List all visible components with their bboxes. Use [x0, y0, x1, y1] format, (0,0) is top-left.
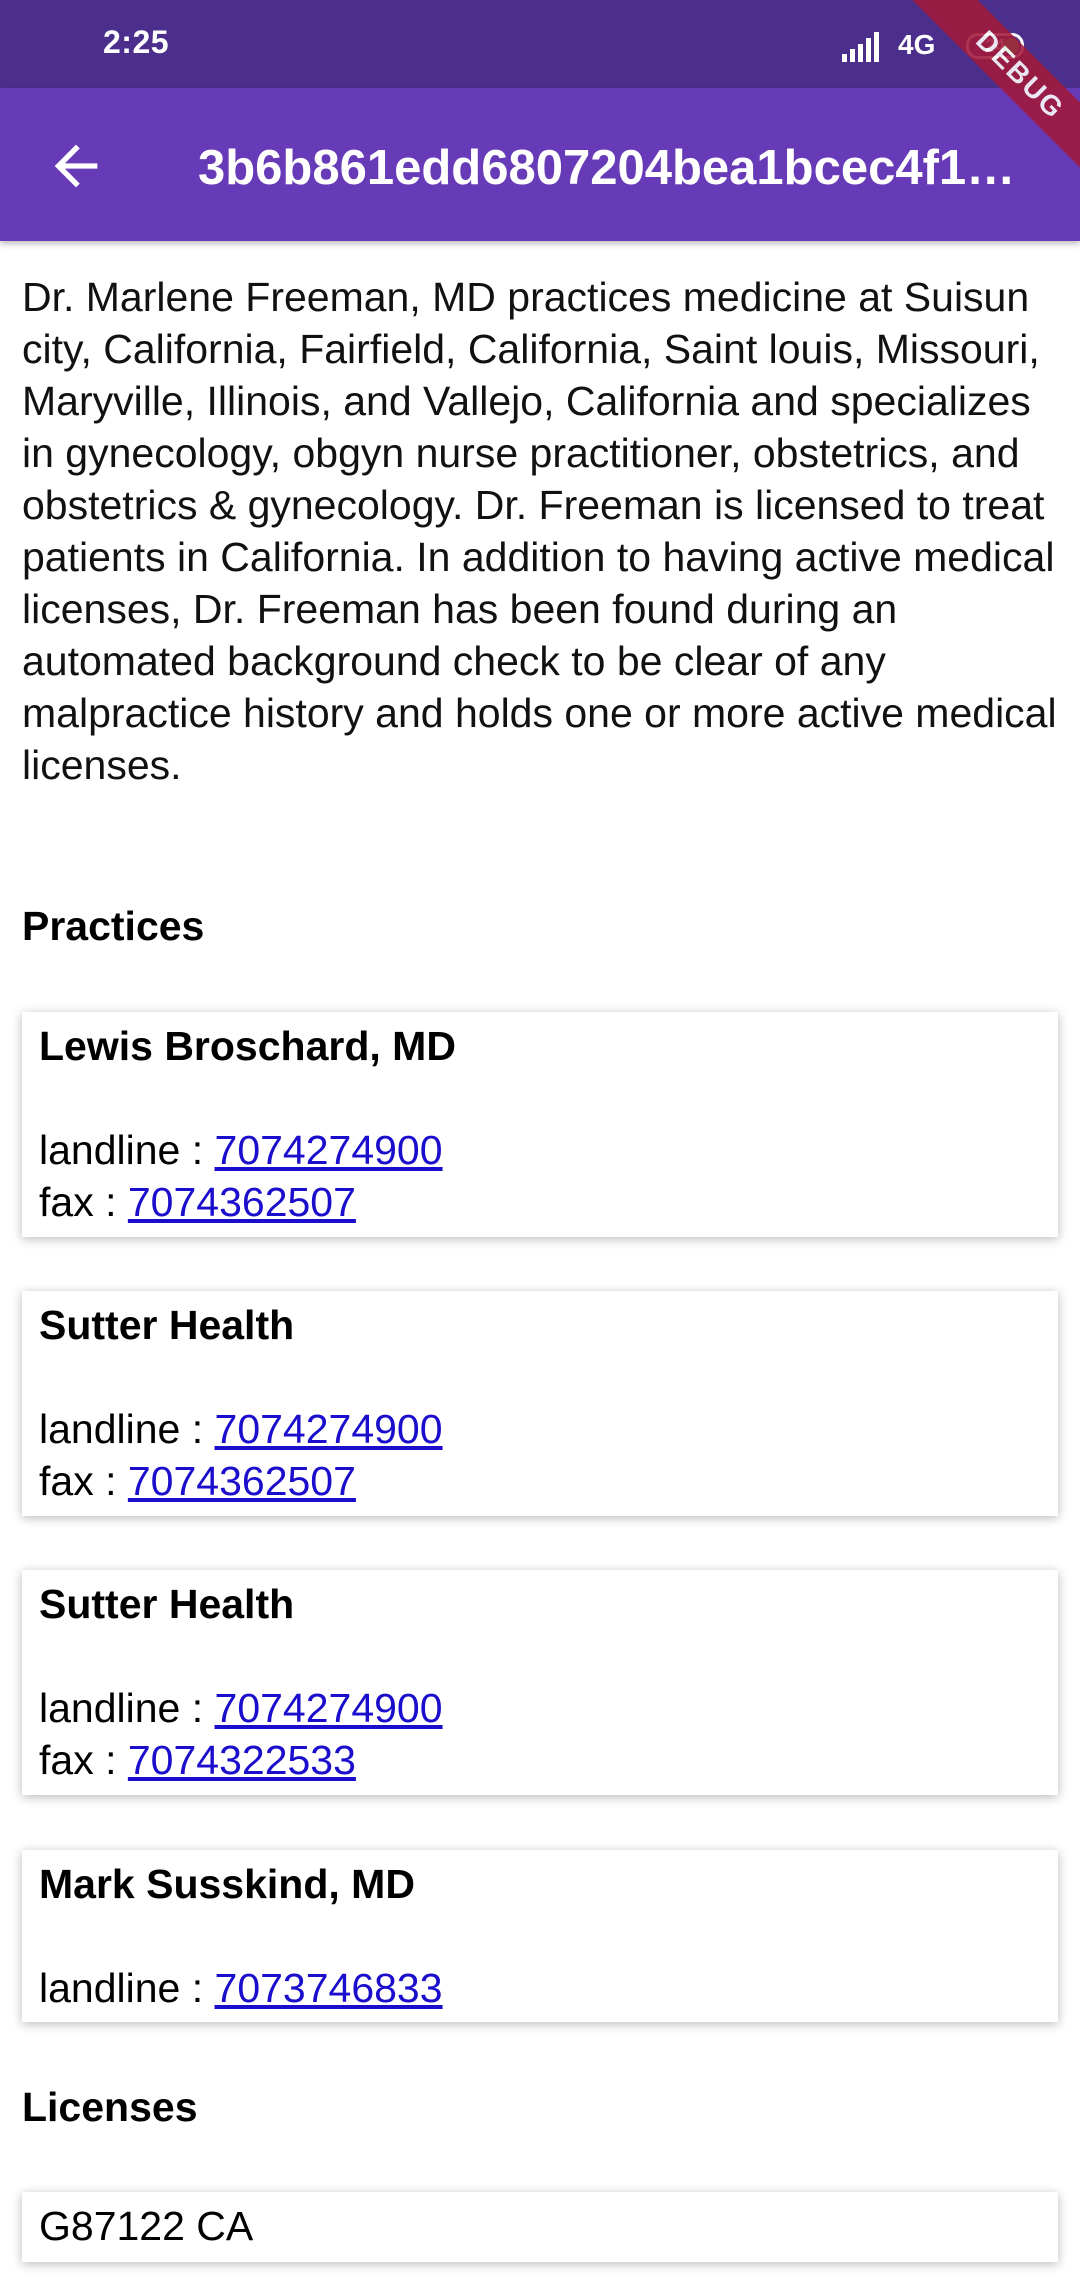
- license-card: G87122 CA: [22, 2192, 1058, 2262]
- landline-row: landline : 7074274900: [39, 1127, 443, 1173]
- practice-card: Sutter Health landline : 7074274900 fax …: [22, 1291, 1058, 1516]
- fax-link[interactable]: 7074362507: [128, 1179, 356, 1225]
- landline-row: landline : 7074274900: [39, 1685, 443, 1731]
- practices-heading: Practices: [22, 903, 205, 949]
- page-title: 3b6b861edd6807204bea1bcec4f1b7ab: [198, 141, 1018, 195]
- fax-row: fax : 7074362507: [39, 1179, 356, 1225]
- doctor-description: Dr. Marlene Freeman, MD practices medici…: [22, 274, 1057, 788]
- status-time: 2:25: [103, 24, 170, 60]
- signal-icon: [842, 32, 879, 62]
- fax-row: fax : 7074362507: [39, 1458, 356, 1504]
- fax-link[interactable]: 7074322533: [128, 1737, 356, 1783]
- landline-row: landline : 7073746833: [39, 1965, 443, 2011]
- practice-name: Sutter Health: [39, 1302, 295, 1348]
- landline-link[interactable]: 7074274900: [215, 1127, 443, 1173]
- landline-link[interactable]: 7074274900: [215, 1685, 443, 1731]
- licenses-heading: Licenses: [22, 2084, 198, 2130]
- practice-name: Sutter Health: [39, 1581, 295, 1627]
- landline-link[interactable]: 7073746833: [215, 1965, 443, 2011]
- fax-row: fax : 7074322533: [39, 1737, 356, 1783]
- practice-card: Lewis Broschard, MD landline : 707427490…: [22, 1012, 1058, 1237]
- landline-link[interactable]: 7074274900: [215, 1406, 443, 1452]
- arrow-back-icon[interactable]: [44, 134, 108, 198]
- status-bar: 2:25 4G 24: [0, 0, 1080, 88]
- practice-name: Lewis Broschard, MD: [39, 1023, 456, 1069]
- network-type: 4G: [898, 29, 936, 60]
- fax-link[interactable]: 7074362507: [128, 1458, 356, 1504]
- app-bar: 3b6b861edd6807204bea1bcec4f1b7ab: [0, 88, 1080, 241]
- practice-card: Sutter Health landline : 7074274900 fax …: [22, 1570, 1058, 1795]
- practice-name: Mark Susskind, MD: [39, 1861, 415, 1907]
- landline-row: landline : 7074274900: [39, 1406, 443, 1452]
- license-number: G87122 CA: [39, 2203, 254, 2249]
- practice-card: Mark Susskind, MD landline : 7073746833: [22, 1850, 1058, 2022]
